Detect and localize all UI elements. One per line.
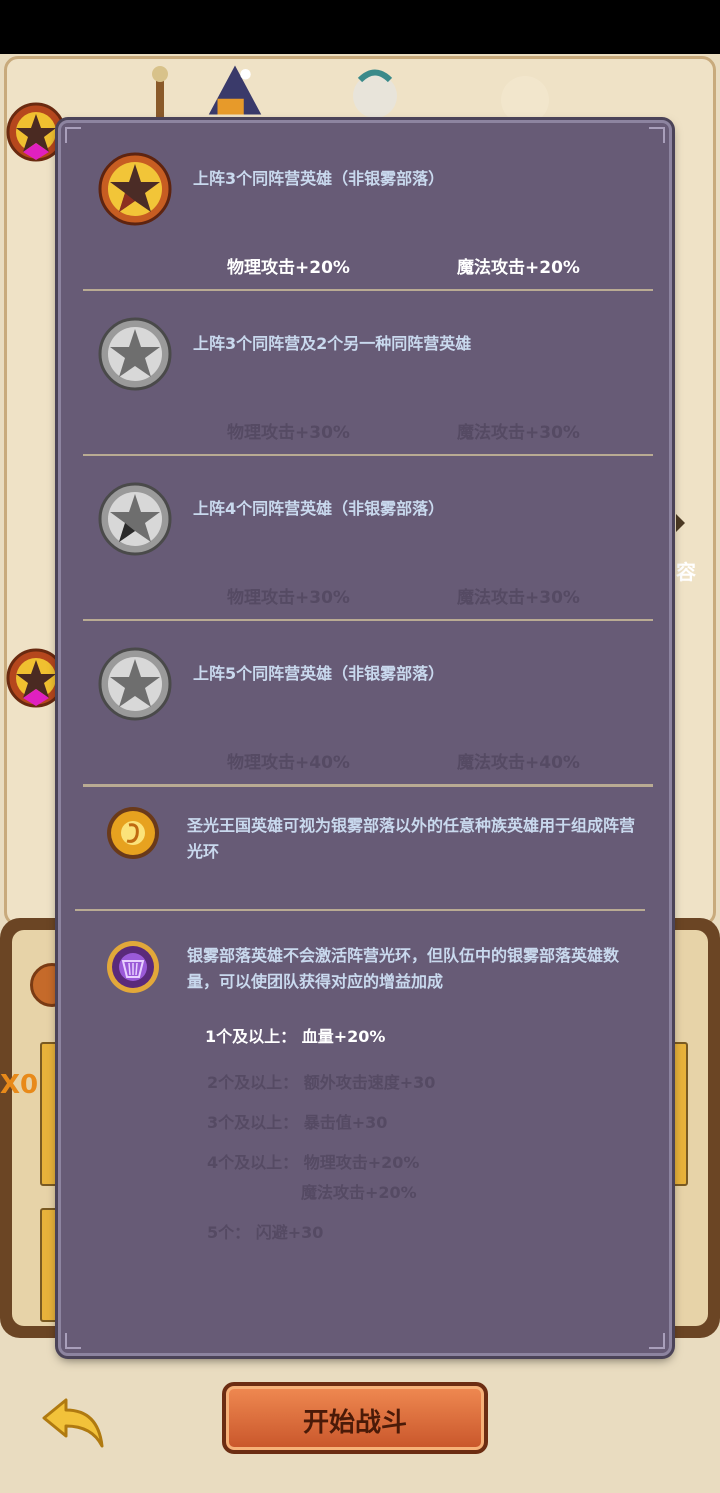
aura-tier-4: 上阵5个同阵营英雄（非银雾部落） 物理攻击+40% 魔法攻击+40% (61, 618, 669, 783)
magic-attack-bonus: 魔法攻击+20% (457, 258, 580, 278)
aura-condition: 上阵5个同阵营英雄（非银雾部落） (193, 664, 445, 683)
magic-attack-bonus: 魔法攻击+30% (457, 423, 580, 443)
physical-attack-bonus: 物理攻击+20% (227, 258, 350, 278)
silver-star-emblem-icon (97, 481, 173, 557)
gold-star-emblem-icon (97, 151, 173, 227)
aura-tier-1: 上阵3个同阵营英雄（非银雾部落） 物理攻击+20% 魔法攻击+20% (61, 123, 669, 291)
physical-attack-bonus: 物理攻击+30% (227, 423, 350, 443)
silver-tier-5: 5个： 闪避+30 (207, 1223, 324, 1242)
silver-star-emblem-icon (97, 316, 173, 392)
magic-attack-bonus: 魔法攻击+40% (457, 753, 580, 773)
top-status-bar (0, 0, 720, 54)
aura-condition: 上阵4个同阵营英雄（非银雾部落） (193, 499, 445, 518)
silver-tier-4-magic: 魔法攻击+20% (301, 1183, 417, 1202)
aura-tier-2: 上阵3个同阵营及2个另一种同阵营英雄 物理攻击+30% 魔法攻击+30% (61, 288, 669, 453)
faction-emblem-icon[interactable] (6, 648, 66, 708)
divider (75, 909, 645, 911)
hero-wizard-icon (208, 65, 262, 115)
holy-kingdom-icon (105, 805, 161, 861)
hero-elf-icon (353, 69, 397, 118)
aura-condition: 上阵3个同阵营及2个另一种同阵营英雄 (193, 334, 472, 353)
start-battle-label: 开始战斗 (302, 1408, 407, 1438)
hero-priest-icon (501, 76, 549, 120)
silver-tier-3: 3个及以上： 暴击值+30 (207, 1113, 388, 1132)
start-battle-button[interactable]: 开始战斗 (222, 1382, 488, 1454)
aura-tier-3: 上阵4个同阵营英雄（非银雾部落） 物理攻击+30% 魔法攻击+30% (61, 453, 669, 618)
faction-emblem-icon[interactable] (6, 102, 66, 162)
holy-kingdom-note: 圣光王国英雄可视为银雾部落以外的任意种族英雄用于组成阵营光环 (187, 816, 636, 861)
divider (83, 784, 653, 787)
magic-attack-bonus: 魔法攻击+30% (457, 588, 580, 608)
side-label: 容 (676, 560, 696, 584)
silver-tier-2: 2个及以上： 额外攻击速度+30 (207, 1073, 436, 1092)
silver-mist-note: 银雾部落英雄不会激活阵营光环，但队伍中的银雾部落英雄数量，可以使团队获得对应的增… (187, 946, 620, 991)
physical-attack-bonus: 物理攻击+30% (227, 588, 350, 608)
silver-tier-4: 4个及以上： 物理攻击+20% (207, 1153, 420, 1172)
aura-condition: 上阵3个同阵营英雄（非银雾部落） (193, 169, 445, 188)
silver-star-emblem-icon (97, 646, 173, 722)
back-arrow-icon[interactable] (38, 1394, 108, 1454)
silver-mist-icon (105, 939, 161, 995)
faction-aura-popup: 上阵3个同阵营英雄（非银雾部落） 物理攻击+20% 魔法攻击+20% 上阵3个同… (58, 120, 672, 1356)
silver-tier-1: 1个及以上： 血量+20% (205, 1027, 386, 1046)
scroll-arrow-icon[interactable] (676, 514, 685, 532)
physical-attack-bonus: 物理攻击+40% (227, 753, 350, 773)
hero-level-peek: X0 (0, 1070, 39, 1100)
